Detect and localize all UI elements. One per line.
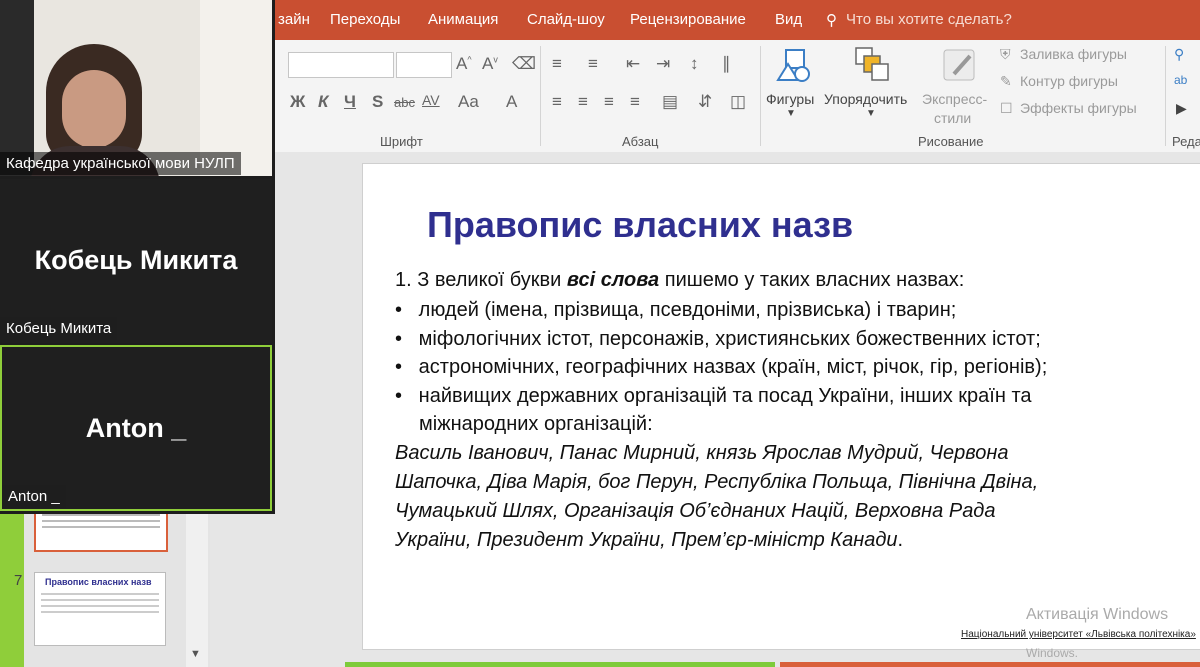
slide-canvas[interactable]: Правопис власних назв 1. З великої букви… <box>362 163 1200 650</box>
person-face <box>62 70 126 148</box>
thumb-title: Правопис власних назв <box>45 577 152 587</box>
arrange-icon[interactable] <box>850 46 892 86</box>
separator <box>760 46 761 146</box>
chevron-down-icon: ▼ <box>866 108 876 119</box>
quick-styles-button[interactable]: Экспресс- <box>922 91 987 107</box>
underline-button[interactable]: Ч <box>344 92 356 112</box>
slide-title[interactable]: Правопис власних назв <box>427 204 853 246</box>
clear-format-icon[interactable]: ⌫ <box>512 54 536 74</box>
tab-review[interactable]: Рецензирование <box>630 11 746 28</box>
activation-watermark-line2: Windows. <box>1026 646 1079 660</box>
select-icon[interactable]: ▶ <box>1176 100 1187 117</box>
text-direction-icon[interactable]: ⇵ <box>698 92 712 112</box>
font-group-label: Шрифт <box>380 134 423 149</box>
drawing-group-label: Рисование <box>918 134 984 149</box>
tab-design[interactable]: зайн <box>278 11 310 28</box>
tab-slideshow[interactable]: Слайд-шоу <box>527 11 605 28</box>
bullet-item[interactable]: • міфологічних істот, персонажів, христи… <box>395 328 1041 351</box>
background-door <box>0 0 34 176</box>
bold-button[interactable]: Ж <box>290 92 305 112</box>
char-spacing-button[interactable]: AV <box>422 92 440 108</box>
justify-icon[interactable]: ≡ <box>630 92 640 112</box>
intro-line[interactable]: 1. З великої букви всі слова пишемо у та… <box>395 269 964 292</box>
video-gallery-panel: Кафедра української мови НУЛП Кобець Мик… <box>0 0 275 514</box>
examples-line[interactable]: Шапочка, Діва Марія, бог Перун, Республі… <box>395 471 1038 494</box>
activation-watermark: Активація Windows <box>1026 606 1169 623</box>
align-center-icon[interactable]: ≡ <box>578 92 588 112</box>
paragraph-group-label: Абзац <box>622 134 659 149</box>
bullet-item[interactable]: • людей (імена, прізвища, псевдоніми, пр… <box>395 299 956 322</box>
editing-group-label: Реда <box>1172 134 1200 149</box>
shapes-button[interactable]: Фигуры <box>766 91 814 107</box>
line-spacing-icon[interactable]: ↕ <box>690 54 699 74</box>
scroll-down-icon[interactable]: ▼ <box>190 648 201 660</box>
font-size-input[interactable] <box>396 52 452 78</box>
increase-indent-icon[interactable]: ⇥ <box>656 54 670 74</box>
numbering-icon[interactable]: ≡ <box>588 54 598 74</box>
font-grow-icon[interactable]: A^ <box>456 54 472 74</box>
slide-thumbnail-7[interactable]: Правопис власних назв <box>34 572 166 646</box>
chevron-down-icon: ▼ <box>786 108 796 119</box>
background-wall <box>200 0 272 176</box>
change-case-button[interactable]: Aa <box>458 92 479 112</box>
shape-fill-button[interactable]: Заливка фигуры <box>1020 46 1127 62</box>
align-right-icon[interactable]: ≡ <box>604 92 614 112</box>
video-tile-participant[interactable]: Кобець Микита Кобець Микита <box>0 179 272 343</box>
participant-name: Кобець Микита <box>34 245 238 275</box>
align-text-icon[interactable]: ◫ <box>730 92 746 112</box>
participant-label: Кобець Микита <box>0 317 118 340</box>
fill-icon: ⛨ <box>1000 46 1011 62</box>
video-tile-active-speaker[interactable]: Anton _ Anton _ <box>0 345 272 511</box>
find-icon[interactable]: ⚲ <box>1174 46 1184 63</box>
bullet-item[interactable]: • найвищих державних організацій та поса… <box>395 385 1032 408</box>
lightbulb-icon: ⚲ <box>826 12 837 29</box>
examples-line[interactable]: Василь Іванович, Панас Мирний, князь Яро… <box>395 442 1009 465</box>
quick-styles-button-line2: стили <box>934 110 972 126</box>
arrange-button[interactable]: Упорядочить <box>824 91 907 107</box>
separator <box>1165 46 1166 146</box>
outline-icon: ✎ <box>1000 73 1012 89</box>
font-shrink-icon[interactable]: Av <box>482 54 498 74</box>
slide-footer: Національний університет «Львівська полі… <box>961 629 1196 640</box>
quick-styles-icon[interactable] <box>940 46 982 86</box>
shadow-button[interactable]: S <box>372 92 383 112</box>
tab-transitions[interactable]: Переходы <box>330 11 400 28</box>
separator <box>540 46 541 146</box>
font-name-input[interactable] <box>288 52 394 78</box>
tab-animation[interactable]: Анимация <box>428 11 498 28</box>
strikethrough-button[interactable]: abc <box>394 95 415 110</box>
decrease-indent-icon[interactable]: ⇤ <box>626 54 640 74</box>
status-strip-red <box>780 662 1200 667</box>
participant-name: Anton _ <box>85 413 187 443</box>
participant-label: Anton _ <box>2 485 66 508</box>
shape-effects-button[interactable]: Эффекты фигуры <box>1020 100 1137 116</box>
video-tile-camera[interactable]: Кафедра української мови НУЛП <box>0 0 272 176</box>
examples-line[interactable]: України, Президент України, Прем’єр-міні… <box>395 529 903 552</box>
replace-icon[interactable]: ab <box>1174 73 1187 87</box>
slide-number: 7 <box>14 572 23 589</box>
effects-icon: ☐ <box>1000 100 1013 116</box>
bullet-item[interactable]: • астрономічних, географічних назвах (кр… <box>395 356 1047 379</box>
shape-outline-button[interactable]: Контур фигуры <box>1020 73 1118 89</box>
text-columns-icon[interactable]: ▤ <box>662 92 678 112</box>
bullets-icon[interactable]: ≡ <box>552 54 562 74</box>
font-color-button[interactable]: A <box>506 92 517 112</box>
participant-label: Кафедра української мови НУЛП <box>0 152 241 175</box>
bullet-continuation[interactable]: міжнародних організацій: <box>419 413 653 436</box>
align-left-icon[interactable]: ≡ <box>552 92 562 112</box>
tell-me-search[interactable]: Что вы хотите сделать? <box>846 11 1012 28</box>
status-strip-green <box>345 662 775 667</box>
shapes-icon[interactable] <box>772 46 814 86</box>
italic-button[interactable]: К <box>318 92 328 112</box>
tab-view[interactable]: Вид <box>775 11 802 28</box>
columns-icon[interactable]: ∥ <box>722 54 731 74</box>
examples-line[interactable]: Чумацький Шлях, Організація Об’єднаних Н… <box>395 500 996 523</box>
